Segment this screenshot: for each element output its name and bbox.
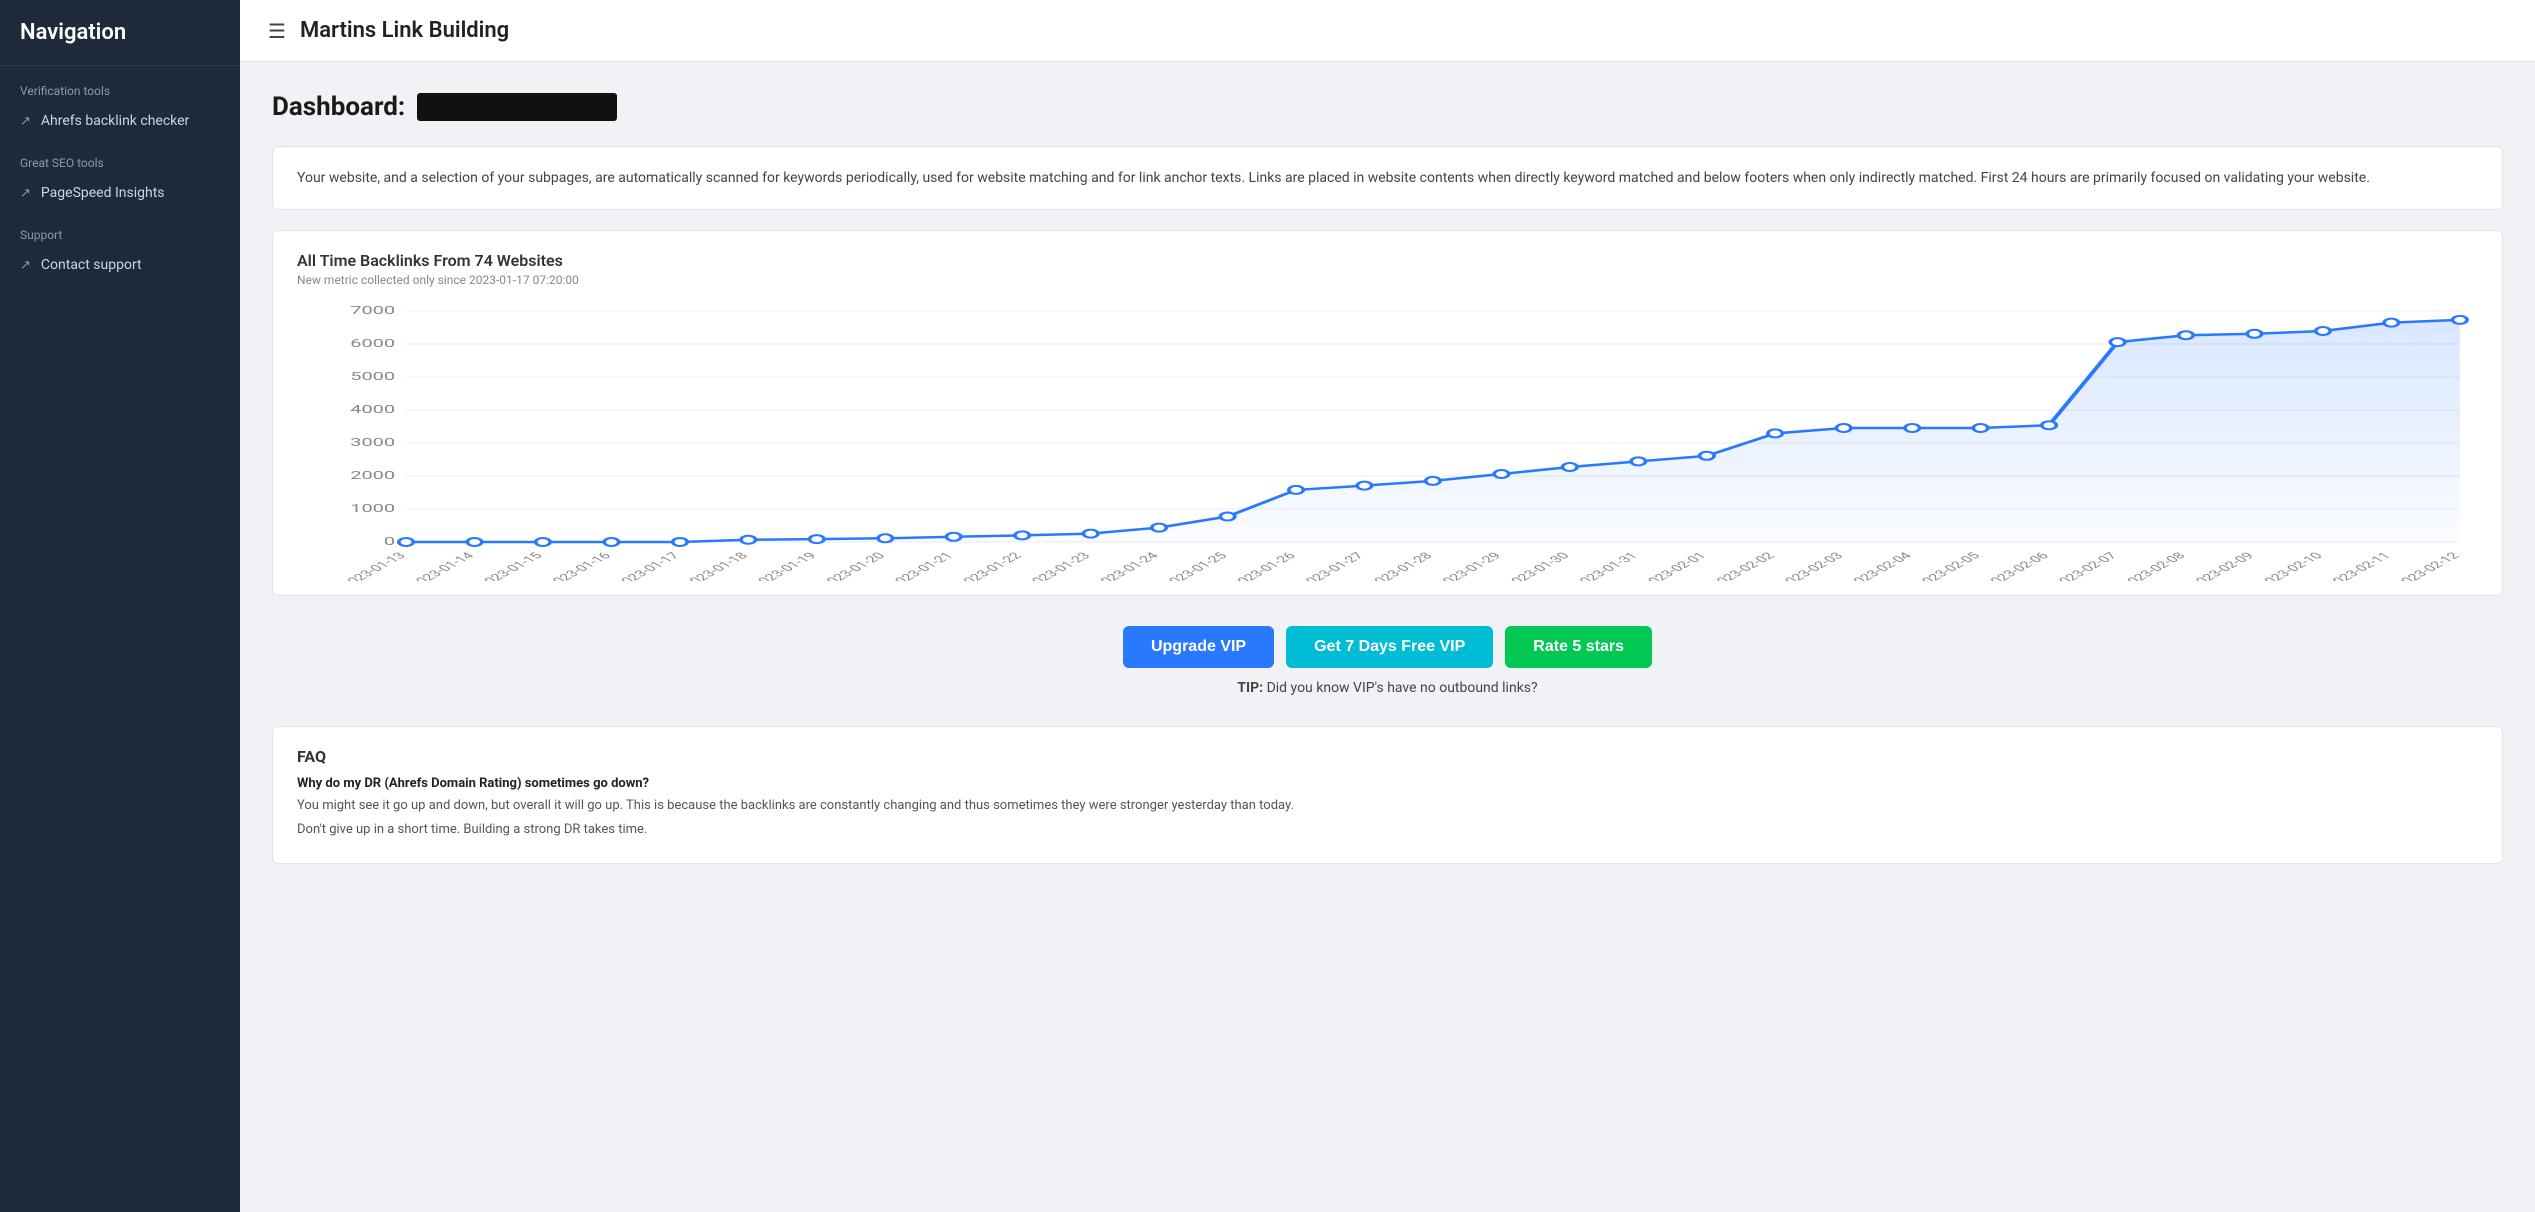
- sidebar-section-label-verification: Verification tools: [0, 66, 240, 104]
- svg-text:2023-02-03: 2023-02-03: [1776, 551, 1847, 581]
- svg-text:1000: 1000: [350, 502, 395, 515]
- cta-buttons: Upgrade VIP Get 7 Days Free VIP Rate 5 s…: [1123, 626, 1652, 668]
- svg-text:2023-02-11: 2023-02-11: [2323, 551, 2394, 581]
- svg-text:2023-02-06: 2023-02-06: [1981, 551, 2052, 581]
- sidebar-item-label-pagespeed: PageSpeed Insights: [41, 185, 165, 201]
- faq-title: FAQ: [297, 747, 2478, 766]
- svg-text:2023-02-05: 2023-02-05: [1913, 551, 1984, 581]
- sidebar-section-seo: Great SEO tools ↗ PageSpeed Insights: [0, 138, 240, 210]
- svg-text:2023-01-15: 2023-01-15: [475, 551, 546, 581]
- chart-subtitle: New metric collected only since 2023-01-…: [297, 273, 2478, 287]
- external-link-icon-seo: ↗: [20, 186, 31, 201]
- svg-text:2023-02-10: 2023-02-10: [2255, 551, 2326, 581]
- svg-text:5000: 5000: [350, 370, 395, 383]
- svg-text:2023-02-01: 2023-02-01: [1639, 551, 1710, 581]
- topbar-title: Martins Link Building: [300, 18, 509, 43]
- svg-text:2023-02-08: 2023-02-08: [2118, 551, 2189, 581]
- sidebar-item-label-support: Contact support: [41, 257, 142, 273]
- page-content: Dashboard: Your website, and a selection…: [240, 62, 2535, 894]
- svg-text:2023-01-14: 2023-01-14: [407, 551, 479, 582]
- chart-card: All Time Backlinks From 74 Websites New …: [272, 230, 2503, 596]
- svg-text:2000: 2000: [350, 469, 395, 482]
- sidebar-item-contact-support[interactable]: ↗ Contact support: [0, 248, 240, 282]
- svg-text:2023-01-23: 2023-01-23: [1023, 551, 1094, 581]
- svg-text:3000: 3000: [350, 436, 395, 449]
- svg-text:2023-02-07: 2023-02-07: [2050, 551, 2121, 581]
- svg-text:2023-01-31: 2023-01-31: [1570, 551, 1641, 581]
- svg-text:2023-02-09: 2023-02-09: [2186, 551, 2257, 581]
- chart-title: All Time Backlinks From 74 Websites: [297, 251, 2478, 270]
- dashboard-label: Dashboard:: [272, 92, 405, 122]
- sidebar-item-ahrefs-backlink-checker[interactable]: ↗ Ahrefs backlink checker: [0, 104, 240, 138]
- chart-area: 0 1000 2000 3000 4000 5000 6000 7000: [297, 301, 2478, 581]
- get-free-vip-button[interactable]: Get 7 Days Free VIP: [1286, 626, 1493, 668]
- dashboard-heading: Dashboard:: [272, 92, 2503, 122]
- svg-text:4000: 4000: [350, 403, 395, 416]
- svg-text:2023-02-02: 2023-02-02: [1707, 551, 1778, 581]
- rate-stars-button[interactable]: Rate 5 stars: [1505, 626, 1652, 668]
- backlinks-chart: 0 1000 2000 3000 4000 5000 6000 7000: [297, 301, 2478, 581]
- faq-question-1: Why do my DR (Ahrefs Domain Rating) some…: [297, 776, 2478, 791]
- topbar: ☰ Martins Link Building: [240, 0, 2535, 62]
- svg-text:2023-01-27: 2023-01-27: [1296, 551, 1367, 581]
- svg-text:2023-01-17: 2023-01-17: [612, 551, 683, 581]
- sidebar-item-pagespeed-insights[interactable]: ↗ PageSpeed Insights: [0, 176, 240, 210]
- sidebar-section-label-support: Support: [0, 210, 240, 248]
- svg-text:2023-01-20: 2023-01-20: [817, 551, 888, 581]
- svg-text:2023-01-28: 2023-01-28: [1365, 551, 1436, 581]
- dashboard-redacted-value: [417, 93, 617, 121]
- tip-text: TIP: Did you know VIP's have no outbound…: [1237, 680, 1537, 696]
- sidebar-section-label-seo: Great SEO tools: [0, 138, 240, 176]
- sidebar: Navigation Verification tools ↗ Ahrefs b…: [0, 0, 240, 1212]
- svg-text:2023-01-24: 2023-01-24: [1091, 551, 1163, 582]
- external-link-icon-support: ↗: [20, 258, 31, 273]
- info-card: Your website, and a selection of your su…: [272, 146, 2503, 210]
- hamburger-menu-icon[interactable]: ☰: [268, 19, 286, 43]
- svg-text:2023-01-18: 2023-01-18: [680, 551, 751, 581]
- svg-text:2023-01-16: 2023-01-16: [543, 551, 614, 581]
- svg-text:2023-01-21: 2023-01-21: [886, 551, 957, 581]
- svg-text:7000: 7000: [350, 304, 395, 317]
- svg-text:0: 0: [384, 535, 395, 548]
- svg-text:2023-02-12: 2023-02-12: [2392, 551, 2463, 581]
- svg-text:2023-01-22: 2023-01-22: [954, 551, 1025, 581]
- svg-text:2023-01-30: 2023-01-30: [1502, 551, 1573, 581]
- svg-text:2023-01-13: 2023-01-13: [338, 551, 409, 581]
- sidebar-section-support: Support ↗ Contact support: [0, 210, 240, 282]
- svg-text:2023-01-19: 2023-01-19: [749, 551, 820, 581]
- faq-answer-1b: Don't give up in a short time. Building …: [297, 820, 2478, 840]
- info-text: Your website, and a selection of your su…: [297, 170, 2370, 186]
- svg-text:2023-01-26: 2023-01-26: [1228, 551, 1299, 581]
- upgrade-vip-button[interactable]: Upgrade VIP: [1123, 626, 1274, 668]
- svg-text:2023-01-29: 2023-01-29: [1433, 551, 1504, 581]
- svg-text:2023-01-25: 2023-01-25: [1160, 551, 1231, 581]
- faq-card: FAQ Why do my DR (Ahrefs Domain Rating) …: [272, 726, 2503, 864]
- main-content: ☰ Martins Link Building Dashboard: Your …: [240, 0, 2535, 1212]
- sidebar-item-label-ahrefs: Ahrefs backlink checker: [41, 113, 189, 129]
- sidebar-title: Navigation: [0, 0, 240, 66]
- sidebar-section-verification: Verification tools ↗ Ahrefs backlink che…: [0, 66, 240, 138]
- faq-answer-1a: You might see it go up and down, but ove…: [297, 796, 2478, 816]
- cta-area: Upgrade VIP Get 7 Days Free VIP Rate 5 s…: [272, 616, 2503, 706]
- tip-label: TIP:: [1237, 680, 1263, 696]
- svg-text:2023-02-04: 2023-02-04: [1844, 551, 1916, 582]
- tip-content: Did you know VIP's have no outbound link…: [1267, 680, 1538, 696]
- svg-text:6000: 6000: [350, 337, 395, 350]
- external-link-icon: ↗: [20, 114, 31, 129]
